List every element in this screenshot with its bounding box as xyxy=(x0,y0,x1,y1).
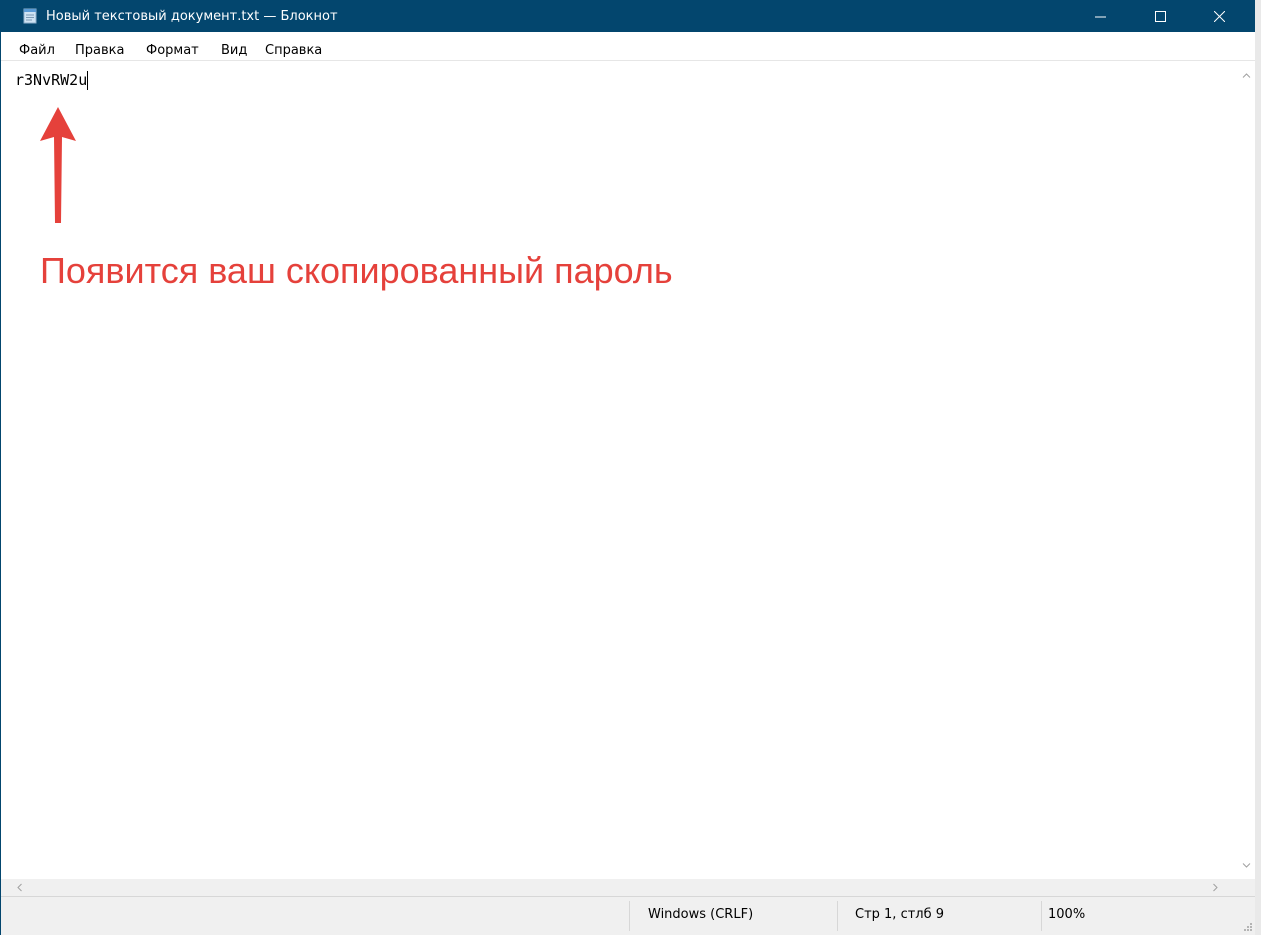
menu-help[interactable]: Справка xyxy=(265,43,322,59)
window-title: Новый текстовый документ.txt — Блокнот xyxy=(46,9,338,24)
scrollbar-corner xyxy=(1238,879,1255,896)
horizontal-scrollbar[interactable] xyxy=(1,879,1238,896)
status-cursor-position: Стр 1, стлб 9 xyxy=(855,907,945,922)
maximize-icon xyxy=(1155,11,1166,22)
editor-content: r3NvRW2u xyxy=(15,71,88,89)
scroll-left-arrow-icon[interactable] xyxy=(11,879,28,896)
status-bar: Windows (CRLF) Стр 1, стлб 9 100% xyxy=(1,896,1255,935)
scroll-up-arrow-icon[interactable] xyxy=(1238,67,1255,84)
title-bar[interactable]: Новый текстовый документ.txt — Блокнот xyxy=(0,0,1255,32)
annotation-label: Появится ваш скопированный пароль xyxy=(40,250,673,291)
close-icon xyxy=(1214,11,1225,22)
minimize-button[interactable] xyxy=(1077,0,1123,32)
window-frame-right xyxy=(1255,0,1261,935)
arrow-up-icon xyxy=(40,107,76,223)
maximize-button[interactable] xyxy=(1137,0,1183,32)
status-separator xyxy=(629,901,630,931)
minimize-icon xyxy=(1095,16,1106,18)
menu-edit[interactable]: Правка xyxy=(75,43,124,59)
notepad-window: Новый текстовый документ.txt — Блокнот Ф… xyxy=(0,0,1261,935)
editor-content-line[interactable]: r3NvRW2u xyxy=(15,70,89,90)
vertical-scrollbar[interactable] xyxy=(1238,61,1255,879)
close-button[interactable] xyxy=(1196,0,1242,32)
scroll-down-arrow-icon[interactable] xyxy=(1238,857,1255,874)
text-editor[interactable]: r3NvRW2u xyxy=(1,61,1238,879)
status-zoom: 100% xyxy=(1048,907,1086,922)
menu-format[interactable]: Формат xyxy=(146,43,199,59)
resize-grip-icon[interactable] xyxy=(1241,921,1253,933)
status-line-ending: Windows (CRLF) xyxy=(648,907,754,922)
text-caret xyxy=(87,71,89,90)
status-separator xyxy=(837,901,838,931)
notepad-icon[interactable] xyxy=(22,8,38,24)
menu-bar: Файл Правка Формат Вид Справка xyxy=(1,32,1255,61)
menu-view[interactable]: Вид xyxy=(221,43,247,59)
status-separator xyxy=(1041,901,1042,931)
menu-file[interactable]: Файл xyxy=(19,43,55,59)
scroll-right-arrow-icon[interactable] xyxy=(1207,879,1224,896)
